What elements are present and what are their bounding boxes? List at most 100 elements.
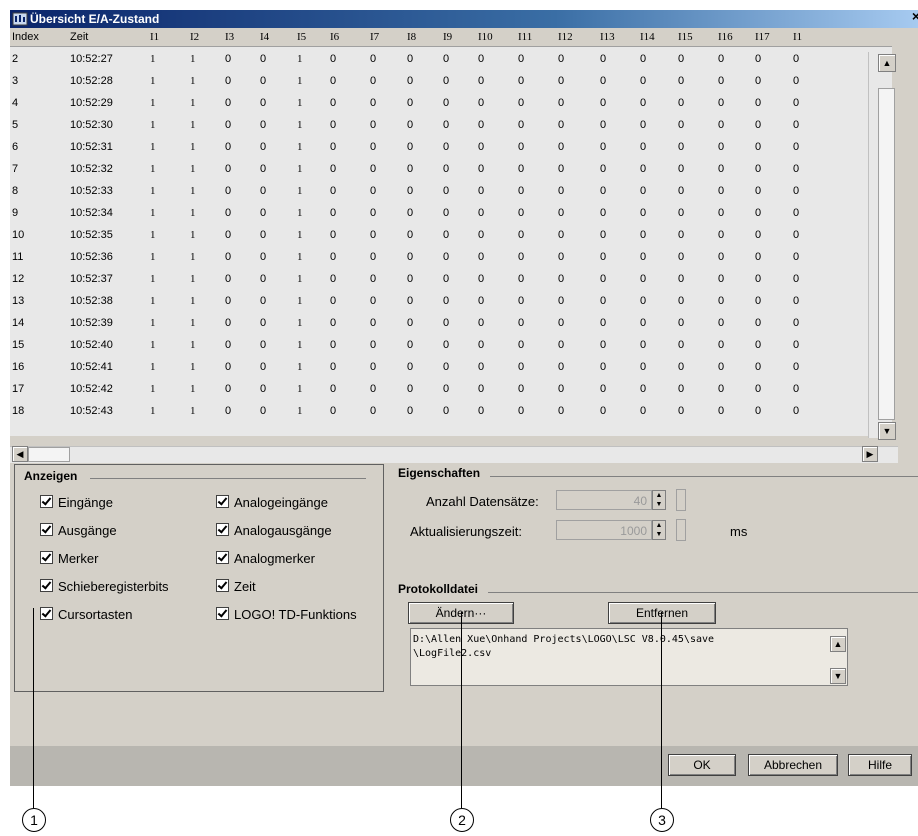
checkbox-right-1[interactable]: Analogausgänge	[216, 522, 332, 540]
log-scroll-up-icon[interactable]: ▲	[830, 636, 846, 652]
column-header[interactable]: I11	[518, 28, 532, 46]
log-path-line-1: D:\Allen Xue\Onhand Projects\LOGO\LSC V8…	[413, 634, 715, 645]
table-row[interactable]: 17 10:52:42 1 1 0 0 1 0 0 0 0 0 0 0 0 0 0 0 0 0	[10, 378, 878, 400]
row-cell: 0	[407, 141, 414, 153]
table-row[interactable]: 15 10:52:40 1 1 0 0 1 0 0 0 0 0 0 0 0 0 0 0 0 0	[10, 334, 878, 356]
table-row[interactable]: 16 10:52:41 1 1 0 0 1 0 0 0 0 0 0 0 0 0 0 0 0 0	[10, 356, 878, 378]
table-row[interactable]: 12 10:52:37 1 1 0 0 1 0 0 0 0 0 0 0 0 0 0 0 0 0	[10, 268, 878, 290]
row-cell: 1	[190, 339, 196, 351]
check-icon[interactable]	[216, 495, 229, 508]
table-row[interactable]: 9 10:52:34 1 1 0 0 1 0 0 0 0 0 0 0 0 0 0 0 0 0	[10, 202, 878, 224]
row-cell: 0	[558, 361, 565, 373]
check-icon[interactable]	[40, 551, 53, 564]
vertical-scroll-thumb[interactable]	[878, 88, 895, 420]
column-header[interactable]: I16	[718, 28, 733, 46]
row-cell: 1	[190, 53, 196, 65]
row-cell: 1	[297, 361, 303, 373]
check-icon[interactable]	[40, 579, 53, 592]
column-header[interactable]: I3	[225, 28, 234, 46]
scroll-left-icon[interactable]: ◀	[12, 446, 28, 462]
table-row[interactable]: 6 10:52:31 1 1 0 0 1 0 0 0 0 0 0 0 0 0 0 0 0 0	[10, 136, 878, 158]
ok-button[interactable]: OK	[668, 754, 736, 776]
check-icon[interactable]	[216, 551, 229, 564]
abbrechen-button[interactable]: Abbrechen	[748, 754, 838, 776]
checkbox-label: LOGO! TD-Funktions	[234, 607, 357, 622]
table-row[interactable]: 8 10:52:33 1 1 0 0 1 0 0 0 0 0 0 0 0 0 0 0 0 0	[10, 180, 878, 202]
column-header[interactable]: I1	[793, 28, 802, 46]
row-cell: 1	[190, 163, 196, 175]
check-icon[interactable]	[216, 523, 229, 536]
row-cell: 0	[225, 405, 232, 417]
check-icon[interactable]	[216, 607, 229, 620]
column-header[interactable]: I2	[190, 28, 199, 46]
checkbox-left-2[interactable]: Merker	[40, 550, 98, 568]
row-cell: 0	[443, 75, 450, 87]
close-icon[interactable]: ×	[908, 8, 918, 24]
row-cell: 0	[518, 251, 525, 263]
row-cell: 0	[478, 163, 485, 175]
checkbox-right-4[interactable]: LOGO! TD-Funktions	[216, 606, 357, 624]
checkbox-right-3[interactable]: Zeit	[216, 578, 256, 596]
table-row[interactable]: 10 10:52:35 1 1 0 0 1 0 0 0 0 0 0 0 0 0 0 0 0 0	[10, 224, 878, 246]
row-cell: 0	[260, 317, 267, 329]
hilfe-button[interactable]: Hilfe	[848, 754, 912, 776]
column-header[interactable]: Index	[12, 28, 39, 46]
callout-1-line	[33, 608, 34, 808]
table-row[interactable]: 7 10:52:32 1 1 0 0 1 0 0 0 0 0 0 0 0 0 0 0 0 0	[10, 158, 878, 180]
column-header[interactable]: I1	[150, 28, 159, 46]
datensaetze-spin-icon[interactable]: ▲ ▼	[652, 490, 666, 510]
checkbox-left-0[interactable]: Eingänge	[40, 494, 113, 512]
aktualisierung-input[interactable]: 1000	[556, 520, 652, 540]
scroll-right-icon[interactable]: ▶	[862, 446, 878, 462]
horizontal-scroll-thumb[interactable]	[28, 447, 70, 462]
column-header[interactable]: I7	[370, 28, 379, 46]
column-header[interactable]: Zeit	[70, 28, 88, 46]
row-time: 10:52:35	[70, 229, 113, 241]
row-cell: 0	[678, 163, 685, 175]
check-icon[interactable]	[40, 607, 53, 620]
column-header[interactable]: I13	[600, 28, 615, 46]
column-header[interactable]: I5	[297, 28, 306, 46]
row-cell: 0	[600, 383, 607, 395]
table-row[interactable]: 14 10:52:39 1 1 0 0 1 0 0 0 0 0 0 0 0 0 0 0 0 0	[10, 312, 878, 334]
checkbox-left-4[interactable]: Cursortasten	[40, 606, 132, 624]
datensaetze-input[interactable]: 40	[556, 490, 652, 510]
checkbox-left-1[interactable]: Ausgänge	[40, 522, 117, 540]
table-row[interactable]: 4 10:52:29 1 1 0 0 1 0 0 0 0 0 0 0 0 0 0 0 0 0	[10, 92, 878, 114]
column-header[interactable]: I9	[443, 28, 452, 46]
row-time: 10:52:37	[70, 273, 113, 285]
column-header[interactable]: I17	[755, 28, 770, 46]
checkbox-left-3[interactable]: Schieberegisterbits	[40, 578, 169, 596]
row-time: 10:52:34	[70, 207, 113, 219]
checkbox-right-2[interactable]: Analogmerker	[216, 550, 315, 568]
datensaetze-slider[interactable]	[676, 489, 686, 511]
scroll-down-icon[interactable]: ▼	[878, 422, 896, 440]
column-header[interactable]: I8	[407, 28, 416, 46]
aktualisierung-spin-icon[interactable]: ▲ ▼	[652, 520, 666, 540]
column-header[interactable]: I15	[678, 28, 693, 46]
aktualisierung-slider[interactable]	[676, 519, 686, 541]
row-cell: 0	[558, 273, 565, 285]
check-icon[interactable]	[40, 495, 53, 508]
check-icon[interactable]	[216, 579, 229, 592]
column-header[interactable]: I10	[478, 28, 493, 46]
row-cell: 0	[260, 339, 267, 351]
table-row[interactable]: 13 10:52:38 1 1 0 0 1 0 0 0 0 0 0 0 0 0 0 0 0 0	[10, 290, 878, 312]
entfernen-button[interactable]: Entfernen	[608, 602, 716, 624]
check-icon[interactable]	[40, 523, 53, 536]
column-header[interactable]: I14	[640, 28, 655, 46]
table-row[interactable]: 5 10:52:30 1 1 0 0 1 0 0 0 0 0 0 0 0 0 0 0 0 0	[10, 114, 878, 136]
checkbox-right-0[interactable]: Analogeingänge	[216, 494, 328, 512]
column-header[interactable]: I6	[330, 28, 339, 46]
table-row[interactable]: 3 10:52:28 1 1 0 0 1 0 0 0 0 0 0 0 0 0 0 0 0 0	[10, 70, 878, 92]
table-row[interactable]: 18 10:52:43 1 1 0 0 1 0 0 0 0 0 0 0 0 0 0 0 0 0	[10, 400, 878, 422]
log-scroll-down-icon[interactable]: ▼	[830, 668, 846, 684]
column-header[interactable]: I4	[260, 28, 269, 46]
table-row[interactable]: 11 10:52:36 1 1 0 0 1 0 0 0 0 0 0 0 0 0 0 0 0 0	[10, 246, 878, 268]
table-row[interactable]: 2 10:52:27 1 1 0 0 1 0 0 0 0 0 0 0 0 0 0 0 0 0	[10, 48, 878, 70]
column-header[interactable]: I12	[558, 28, 573, 46]
row-cell: 0	[678, 339, 685, 351]
row-cell: 0	[718, 317, 725, 329]
scroll-up-icon[interactable]: ▲	[878, 54, 896, 72]
horizontal-scrollbar[interactable]	[10, 446, 898, 463]
